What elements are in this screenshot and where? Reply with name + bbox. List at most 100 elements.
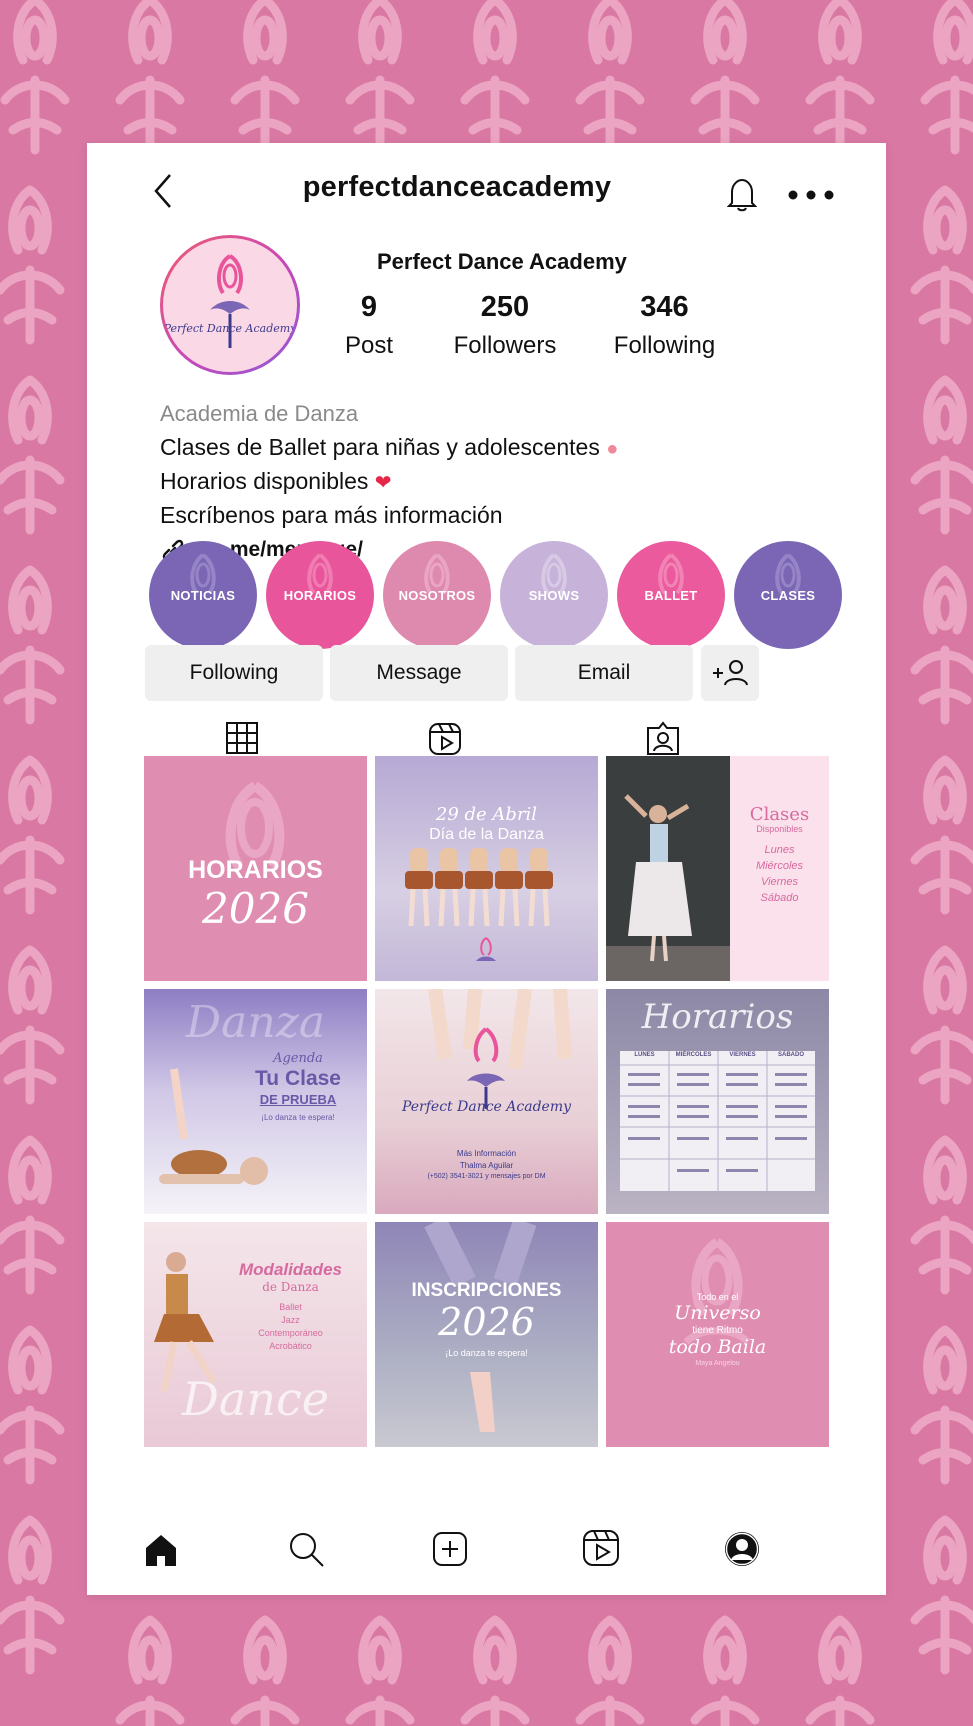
post-title: Horarios <box>641 997 794 1037</box>
post-day: Miércoles <box>755 860 804 872</box>
grid-icon[interactable] <box>225 721 259 755</box>
heart-icon: ❤ <box>374 472 392 494</box>
search-icon[interactable] <box>287 1530 327 1570</box>
profile-icon[interactable] <box>723 1530 761 1568</box>
avatar-logo: Perfect Dance Academy <box>163 238 297 372</box>
reels-icon[interactable] <box>427 721 463 757</box>
profile-username: perfectdanceacademy <box>302 171 612 203</box>
more-options-icon[interactable] <box>787 189 835 201</box>
post-horarios-2026[interactable]: HORARIOS 2026 <box>144 756 367 981</box>
profile-bio: Academia de Danza Clases de Ballet para … <box>160 401 860 563</box>
highlight-shows[interactable]: SHOWS <box>500 541 608 649</box>
post-quote-line: Todo en el <box>696 1292 739 1302</box>
highlight-noticias[interactable]: NOTICIAS <box>149 541 257 649</box>
post-info: Más Información <box>456 1149 517 1158</box>
post-quote-author: Maya Angelou <box>695 1360 740 1367</box>
message-button[interactable]: Message <box>330 645 508 701</box>
schedule-col: VIERNES <box>729 1052 756 1058</box>
bio-line-1: Clases de Ballet para niñas y adolescent… <box>160 434 860 461</box>
new-post-icon[interactable] <box>431 1530 469 1568</box>
post-logo-text: Perfect Dance Academy <box>401 1099 572 1115</box>
post-day: Viernes <box>760 876 799 888</box>
post-info: (+502) 3541-3021 y mensajes por DM <box>427 1173 546 1180</box>
post-quote-line: todo Baila <box>668 1336 767 1358</box>
bio-line-2-text: Horarios disponibles <box>160 468 369 494</box>
highlight-label: SHOWS <box>528 587 580 603</box>
post-subtitle: Día de la Danza <box>429 826 544 843</box>
schedule-col: MIÉRCOLES <box>675 1052 712 1058</box>
post-universo-quote[interactable]: Todo en el Universo tiene Ritmo todo Bai… <box>606 1222 829 1447</box>
back-arrow-icon[interactable] <box>152 173 174 209</box>
post-dia-de-la-danza[interactable]: 29 de Abril Día de la Danza <box>375 756 598 981</box>
post-title: 29 de Abril <box>435 804 538 825</box>
stat-followers-value: 250 <box>480 291 530 323</box>
post-item: Jazz <box>281 1315 300 1325</box>
add-user-button[interactable] <box>701 645 759 701</box>
stat-following[interactable]: 346 Following <box>602 291 727 360</box>
add-user-icon <box>713 660 748 686</box>
schedule-col: LUNES <box>634 1052 655 1058</box>
bottom-nav <box>87 1528 886 1595</box>
post-script: Agenda <box>273 1051 323 1066</box>
post-info: Thalma Aguilar <box>459 1161 514 1170</box>
highlight-label: NOTICIAS <box>170 587 236 603</box>
schedule-col: SÁBADO <box>777 1052 804 1058</box>
reels-nav-icon[interactable] <box>581 1528 621 1568</box>
avatar-brand-text: Perfect Dance Academy <box>163 322 297 335</box>
bell-icon[interactable] <box>727 177 757 213</box>
post-title: Modalidades <box>239 1260 342 1279</box>
post-clase-de-prueba[interactable]: Danza Agenda Tu Clase DE PRUEBA ¡Lo danz… <box>144 989 367 1214</box>
post-modalidades[interactable]: Modalidades de Danza Ballet Jazz Contemp… <box>144 1222 367 1447</box>
highlight-clases[interactable]: CLASES <box>734 541 842 649</box>
post-subtitle: DE PRUEBA <box>259 1092 337 1107</box>
ballerina-logo-icon <box>210 254 250 348</box>
bio-line-2: Horarios disponibles ❤ <box>160 468 860 495</box>
post-day: Lunes <box>764 844 795 856</box>
post-clases-disponibles[interactable]: Clases Disponibles Lunes Miércoles Viern… <box>606 756 829 981</box>
top-bar: perfectdanceacademy <box>87 143 886 233</box>
profile-avatar[interactable]: Perfect Dance Academy <box>160 235 300 375</box>
post-background-word: Danza <box>185 997 326 1048</box>
phone-frame: perfectdanceacademy Perfect Dance Academ… <box>87 143 886 1595</box>
stat-followers-label: Followers <box>453 332 557 359</box>
post-photo-dancers <box>405 848 553 961</box>
post-title: HORARIOS <box>188 856 323 884</box>
post-quote-line: Universo <box>674 1302 761 1324</box>
post-title: Tu Clase <box>255 1067 341 1090</box>
stat-posts-value: 9 <box>360 291 378 323</box>
post-item: Acrobático <box>269 1341 312 1351</box>
highlight-ballet[interactable]: BALLET <box>617 541 725 649</box>
highlight-label: BALLET <box>644 587 698 603</box>
story-highlights: NOTICIAS HORARIOS NOSOTROS SHOWS BALLET … <box>149 541 849 653</box>
ballet-shoes-icon: ● <box>606 438 619 460</box>
post-background-word: Dance <box>182 1372 329 1426</box>
post-tagline: ¡Lo danza te espera! <box>261 1113 335 1122</box>
stat-followers[interactable]: 250 Followers <box>445 291 565 360</box>
post-year: 2026 <box>438 1300 535 1344</box>
following-button[interactable]: Following <box>145 645 323 701</box>
highlight-horarios[interactable]: HORARIOS <box>266 541 374 649</box>
post-inscripciones-2026[interactable]: INSCRIPCIONES 2026 ¡Lo danza te espera! <box>375 1222 598 1447</box>
post-day: Sábado <box>760 892 799 904</box>
post-subtitle: de Danza <box>262 1280 319 1294</box>
posts-grid: HORARIOS 2026 29 de Abril Día de la Danz… <box>144 756 831 1516</box>
stat-following-label: Following <box>613 332 716 359</box>
post-title: INSCRIPCIONES <box>411 1280 562 1301</box>
post-item: Ballet <box>279 1302 302 1312</box>
home-icon[interactable] <box>143 1532 179 1568</box>
tagged-icon[interactable] <box>645 721 681 757</box>
highlight-label: NOSOTROS <box>398 587 476 603</box>
stat-posts-label: Post <box>344 332 394 359</box>
email-button[interactable]: Email <box>515 645 693 701</box>
post-horarios-table[interactable]: Horarios LUNES MIÉRCOLES VIERNES SÁBADO <box>606 989 829 1214</box>
stat-following-value: 346 <box>640 291 689 323</box>
post-perfect-dance-academy[interactable]: Perfect Dance Academy Más Información Th… <box>375 989 598 1214</box>
bio-category: Academia de Danza <box>160 401 359 426</box>
post-tagline: ¡Lo danza te espera! <box>445 1348 528 1358</box>
highlight-nosotros[interactable]: NOSOTROS <box>383 541 491 649</box>
stat-posts[interactable]: 9 Post <box>339 291 399 360</box>
display-name: Perfect Dance Academy <box>377 249 627 274</box>
highlight-label: CLASES <box>760 587 816 603</box>
post-year: 2026 <box>202 884 309 933</box>
post-quote-line: tiene Ritmo <box>692 1325 743 1336</box>
